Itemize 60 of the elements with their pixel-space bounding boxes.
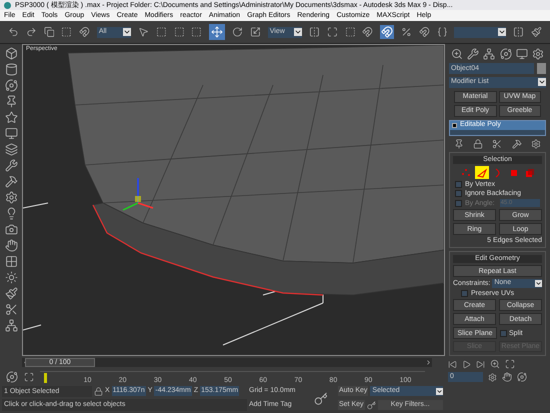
grid-icon[interactable]	[4, 255, 18, 268]
camera-icon[interactable]	[4, 223, 18, 236]
dropdown-arrow-icon	[294, 28, 302, 36]
star-icon[interactable]	[4, 111, 18, 124]
transform-gizmo-icon	[122, 178, 154, 211]
brush-icon[interactable]	[4, 287, 18, 300]
hierarchy-icon[interactable]	[4, 319, 18, 332]
percent-snap-icon[interactable]	[401, 26, 412, 38]
checkbox[interactable]	[500, 330, 507, 336]
dropdown-arrow-icon	[498, 28, 506, 36]
zoom-icon[interactable]	[490, 359, 500, 369]
modify-tab-icon[interactable]	[467, 48, 480, 60]
go-to-start-icon[interactable]	[448, 360, 457, 368]
display-icon[interactable]	[516, 48, 528, 60]
pin-icon[interactable]	[454, 139, 464, 149]
orbit-icon[interactable]	[517, 372, 527, 382]
utilities-icon[interactable]	[532, 48, 544, 60]
scissors-icon[interactable]	[4, 303, 18, 316]
wrench-icon[interactable]	[4, 159, 18, 172]
key-icon[interactable]	[314, 392, 328, 406]
scale-icon[interactable]	[250, 26, 261, 38]
snap-icon[interactable]	[362, 26, 374, 38]
sun-icon[interactable]	[4, 271, 18, 284]
play-icon[interactable]	[462, 360, 471, 368]
dropdown-arrow-icon	[123, 28, 132, 36]
undo-icon[interactable]	[8, 26, 19, 38]
rotate-icon[interactable]	[232, 26, 243, 38]
app-logo-icon	[4, 2, 11, 8]
pan-icon[interactable]	[502, 372, 512, 382]
pin-icon[interactable]	[4, 95, 18, 108]
checkbox[interactable]	[461, 290, 468, 297]
select-icon[interactable]	[138, 26, 149, 38]
layers-icon[interactable]	[4, 143, 18, 156]
expand-icon[interactable]	[452, 122, 457, 128]
named-selection-dropdown[interactable]	[454, 26, 506, 38]
hierarchy-icon[interactable]	[483, 48, 496, 60]
next-frame-icon[interactable]	[425, 359, 432, 366]
hand-icon[interactable]	[4, 239, 18, 252]
lock-icon[interactable]	[94, 386, 103, 396]
object-color-swatch[interactable]	[537, 63, 546, 74]
box-icon[interactable]	[4, 47, 18, 60]
mirror-icon[interactable]	[513, 26, 524, 38]
gear-icon[interactable]	[4, 191, 18, 204]
dropdown-arrow-icon	[538, 78, 546, 86]
checkbox[interactable]	[455, 181, 462, 188]
redo-icon[interactable]	[26, 26, 37, 38]
configure-icon[interactable]	[531, 139, 542, 149]
go-to-end-icon[interactable]	[476, 360, 485, 368]
dropdown-arrow-icon	[535, 280, 542, 287]
monitor-icon[interactable]	[4, 127, 18, 140]
orbit-icon[interactable]	[4, 79, 18, 92]
checkbox[interactable]	[455, 190, 462, 197]
edge-icon[interactable]	[474, 166, 488, 179]
time-marker-icon[interactable]	[44, 372, 47, 382]
set-key-icon[interactable]	[366, 400, 376, 410]
move-button[interactable]	[209, 24, 226, 40]
hammer-icon[interactable]	[4, 175, 18, 188]
dropdown-arrow-icon	[436, 388, 443, 394]
cylinder-icon[interactable]	[4, 63, 18, 76]
angle-snap-button[interactable]	[380, 25, 394, 39]
